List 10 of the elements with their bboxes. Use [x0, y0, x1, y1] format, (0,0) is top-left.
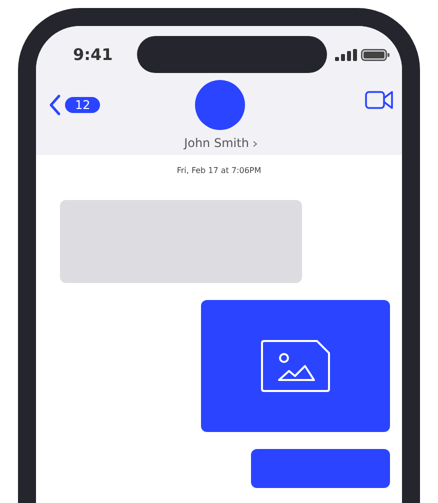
status-time: 9:41: [73, 44, 114, 66]
battery-icon: [361, 48, 390, 60]
video-camera-icon[interactable]: [365, 90, 393, 110]
contact-name[interactable]: John Smith: [184, 134, 249, 152]
unread-count[interactable]: 12: [65, 97, 100, 113]
back-chevron-icon[interactable]: [48, 94, 61, 116]
chevron-right-icon: [252, 140, 257, 146]
image-icon: [260, 340, 330, 392]
message-timestamp: Fri, Feb 17 at 7:06PM: [176, 165, 262, 177]
signal-icon: [335, 48, 357, 60]
